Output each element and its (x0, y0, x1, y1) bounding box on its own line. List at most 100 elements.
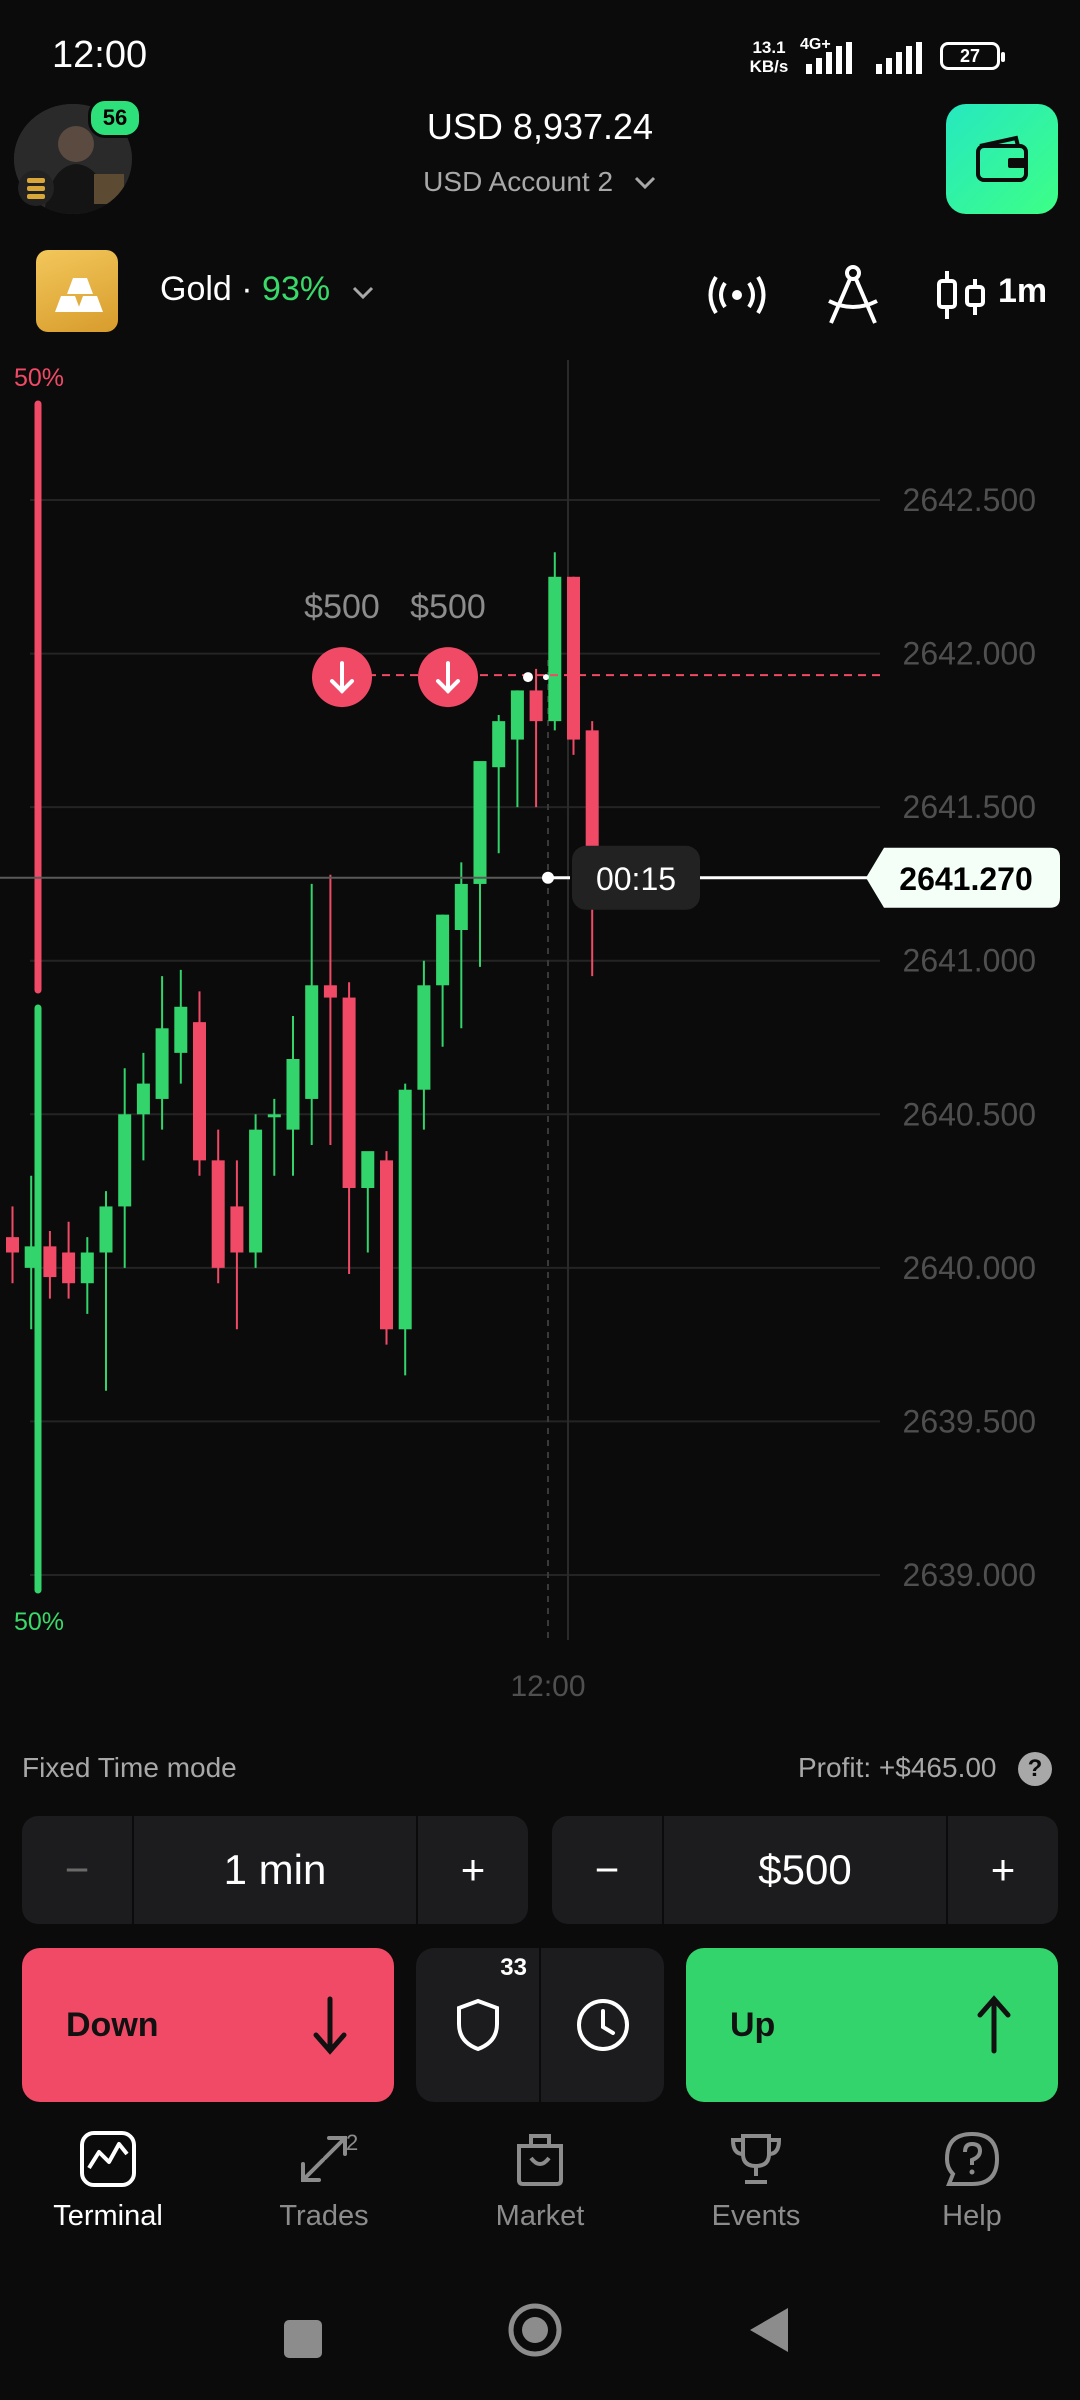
pending-order-button[interactable] (541, 1948, 664, 2102)
candle-body (43, 1246, 57, 1278)
trade-amount: $500 (304, 588, 380, 626)
shield-count: 33 (500, 1954, 527, 1981)
nav-trades[interactable]: 2 Trades (216, 2130, 432, 2280)
nav-market-label: Market (495, 2200, 585, 2232)
candle-body (510, 690, 524, 740)
up-label: Up (730, 2005, 776, 2044)
insurance-button[interactable]: 33 (416, 1948, 539, 2102)
profit-display: Profit: +$465.00 (798, 1752, 997, 1784)
candle (548, 552, 562, 731)
profit-label: Profit: (798, 1752, 872, 1783)
amount-stepper: − $500 + (552, 1816, 1058, 1924)
current-price-label: 2641.270 (899, 861, 1032, 897)
candle (6, 1206, 19, 1284)
duration-stepper: − 1 min + (22, 1816, 528, 1924)
profit-value: +$465.00 (878, 1752, 997, 1783)
shopping-bag-icon (517, 2134, 563, 2186)
trades-icon (301, 2136, 347, 2182)
candle (118, 1068, 132, 1268)
trophy-icon (730, 2134, 782, 2184)
candle-body (6, 1237, 19, 1253)
nav-terminal-label: Terminal (53, 2200, 163, 2232)
candle-body (454, 883, 468, 930)
candle (380, 1151, 393, 1345)
price-chart[interactable]: 2642.500 2642.000 2641.500 2641.000 2640.500… (0, 360, 1080, 1700)
candle (80, 1237, 94, 1314)
nav-help[interactable]: Help (864, 2130, 1080, 2280)
help-icon[interactable]: ? (1018, 1752, 1052, 1786)
recents-button[interactable] (284, 2320, 322, 2358)
trades-badge: 2 (346, 2130, 359, 2155)
candle (492, 715, 506, 854)
down-button[interactable]: Down (22, 1948, 394, 2102)
duration-plus-button[interactable]: + (418, 1816, 528, 1924)
account-selector[interactable]: USD Account 2 (0, 166, 1080, 198)
trade-marker: $500 (304, 588, 380, 708)
nav-help-label: Help (942, 2200, 1002, 2232)
back-button[interactable] (750, 2308, 788, 2352)
candle-body (118, 1114, 132, 1207)
candle (62, 1221, 76, 1299)
duration-minus-button[interactable]: − (22, 1816, 132, 1924)
candle (361, 1151, 375, 1253)
candle (193, 991, 206, 1176)
nav-market[interactable]: Market (432, 2130, 648, 2280)
trade-marker: $500 (410, 588, 486, 708)
candle (323, 874, 337, 1145)
asset-name: Gold (160, 270, 232, 308)
chevron-down-icon (634, 176, 655, 190)
candle (211, 1129, 225, 1284)
candle (99, 1191, 113, 1391)
candle-body (361, 1151, 375, 1188)
chart-type-button[interactable] (924, 258, 998, 332)
duration-value[interactable]: 1 min (134, 1816, 416, 1924)
candle (249, 1114, 263, 1268)
signals-button[interactable] (700, 258, 774, 332)
candle-body (174, 1006, 188, 1053)
timeframe-label[interactable]: 1m (998, 272, 1047, 311)
up-button[interactable]: Up (686, 1948, 1058, 2102)
x-tick-label: 12:00 (510, 1670, 585, 1700)
candle (436, 914, 450, 1047)
signal-icon (806, 42, 852, 74)
candle (342, 982, 356, 1274)
wallet-button[interactable] (946, 104, 1058, 214)
terminal-icon (80, 2131, 136, 2187)
y-tick-label: 2639.000 (903, 1557, 1036, 1593)
strike-dot (543, 674, 549, 681)
y-tick-label: 2641.500 (903, 789, 1036, 825)
nav-events[interactable]: Events (648, 2130, 864, 2280)
candle-body (529, 690, 543, 722)
candle-body (473, 761, 487, 884)
trade-mode-label[interactable]: Fixed Time mode (22, 1752, 237, 1784)
candle (174, 969, 188, 1084)
candle-body (305, 985, 319, 1099)
strike-dot (523, 672, 533, 683)
help-bubble-icon (944, 2131, 1000, 2186)
arrow-down-icon (313, 1996, 347, 2055)
candle-body (286, 1059, 300, 1130)
y-tick-label: 2640.500 (903, 1096, 1036, 1132)
amount-plus-button[interactable]: + (948, 1816, 1058, 1924)
shield-icon (456, 1998, 499, 2052)
candle-body (567, 576, 580, 740)
candle-body (24, 1246, 38, 1268)
gold-asset-icon[interactable] (36, 250, 118, 332)
drawing-tools-button[interactable] (816, 258, 890, 332)
candle (398, 1083, 412, 1376)
candle-body (380, 1160, 393, 1330)
clock-icon (576, 1999, 629, 2051)
candle-body (211, 1160, 225, 1268)
candle (510, 690, 524, 808)
candle-body (155, 1028, 169, 1099)
asset-selector[interactable]: Gold · 93% (160, 270, 374, 309)
amount-value[interactable]: $500 (664, 1816, 946, 1924)
candle-body (323, 985, 337, 998)
nav-trades-label: Trades (279, 2200, 369, 2232)
amount-minus-button[interactable]: − (552, 1816, 662, 1924)
nav-terminal[interactable]: Terminal (0, 2130, 216, 2280)
account-name: USD Account 2 (423, 166, 614, 197)
arrow-up-icon (977, 1995, 1011, 2054)
candle-body (267, 1114, 281, 1118)
y-tick-label: 2641.000 (903, 943, 1036, 979)
